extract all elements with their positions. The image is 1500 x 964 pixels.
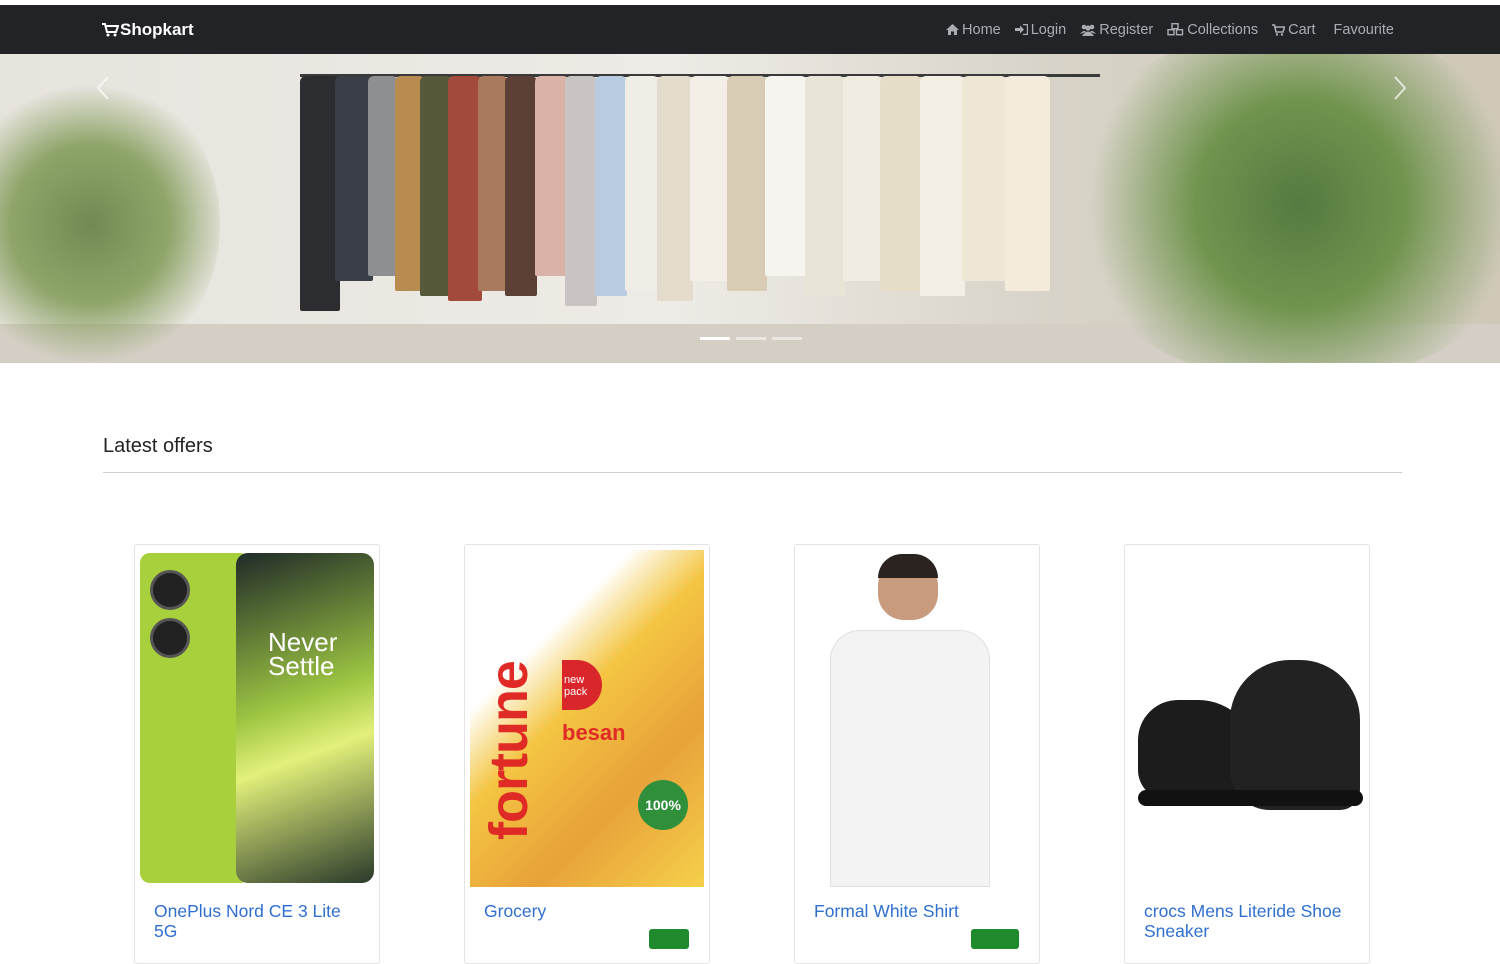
product-title-link[interactable]: Formal White Shirt — [814, 901, 1024, 921]
besan-pack-product-image[interactable]: fortune new pack besan 100% — [470, 550, 704, 887]
cart-icon — [1272, 23, 1286, 36]
carousel-indicator-3[interactable] — [772, 337, 802, 340]
users-icon — [1080, 24, 1097, 36]
product-title-link[interactable]: crocs Mens Literide Shoe Sneaker — [1144, 901, 1354, 941]
nav-cart[interactable]: Cart — [1272, 21, 1316, 38]
nav-collections[interactable]: Collections — [1167, 22, 1258, 38]
nav-register-label: Register — [1099, 21, 1154, 38]
phone-product-image[interactable]: Never Settle — [140, 550, 374, 887]
section-divider — [103, 472, 1402, 473]
nav-cart-label: Cart — [1288, 21, 1316, 38]
nav-login-label: Login — [1030, 21, 1067, 38]
nav-favourite[interactable]: Favourite — [1334, 22, 1394, 38]
carousel-indicators — [700, 337, 808, 340]
chevron-left-icon — [96, 76, 109, 100]
hero-carousel — [0, 54, 1500, 363]
nav-favourite-label: Favourite — [1333, 21, 1394, 38]
login-icon — [1014, 24, 1028, 35]
product-title-link[interactable]: OnePlus Nord CE 3 Lite 5G — [154, 901, 364, 941]
carousel-indicator-2[interactable] — [736, 337, 766, 340]
offer-badge — [971, 929, 1019, 949]
white-shirt-product-image[interactable] — [800, 550, 1034, 887]
brand-link[interactable]: Shopkart — [102, 5, 194, 54]
product-title-link[interactable]: Grocery — [484, 901, 694, 921]
product-card[interactable]: Never Settle OnePlus Nord CE 3 Lite 5G — [134, 544, 380, 964]
nav-home-label: Home — [962, 21, 1001, 38]
nav-home[interactable]: Home — [946, 22, 1001, 38]
home-icon — [946, 24, 960, 35]
cart-logo-icon — [102, 22, 119, 36]
carousel-next-button[interactable] — [1385, 68, 1415, 108]
offer-badge — [649, 929, 689, 949]
black-sneaker-product-image[interactable] — [1130, 550, 1364, 887]
navbar: Shopkart Home Login Register Collections… — [0, 5, 1500, 54]
nav-collections-label: Collections — [1187, 21, 1259, 38]
product-card[interactable]: fortune new pack besan 100% Grocery — [464, 544, 710, 964]
nav-register[interactable]: Register — [1080, 22, 1153, 38]
carousel-indicator-1[interactable] — [700, 337, 730, 340]
carousel-prev-button[interactable] — [88, 68, 118, 108]
section-heading: Latest offers — [103, 435, 213, 457]
product-card[interactable]: Formal White Shirt — [794, 544, 1040, 964]
brand-name: Shopkart — [120, 19, 194, 39]
cubes-icon — [1167, 23, 1184, 36]
nav-login[interactable]: Login — [1014, 21, 1067, 38]
chevron-right-icon — [1394, 76, 1407, 100]
product-card[interactable]: crocs Mens Literide Shoe Sneaker — [1124, 544, 1370, 964]
nav-links: Home Login Register Collections Cart Fav… — [932, 5, 1394, 54]
